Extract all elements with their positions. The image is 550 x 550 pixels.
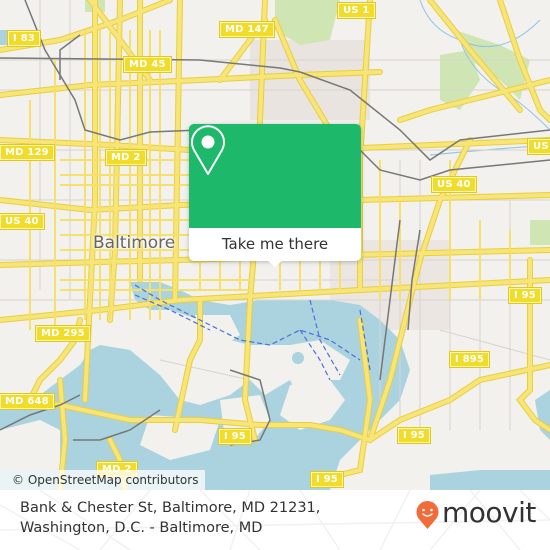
route-shield-us40: US 40: [0, 214, 44, 229]
moovit-pin-icon: [416, 501, 439, 529]
route-shield-md45: MD 45: [124, 57, 171, 72]
city-label-baltimore: Baltimore: [93, 233, 176, 253]
address-line-2: Washington, D.C. - Baltimore, MD: [20, 520, 263, 536]
route-shield-md2: MD 2: [106, 150, 146, 165]
route-shield-us40: US 40: [432, 177, 476, 192]
take-me-there-button[interactable]: Take me there: [189, 228, 361, 261]
route-shield-us1: US 1: [338, 3, 375, 18]
location-pin-icon: [191, 125, 225, 175]
route-shield-md129: MD 129: [0, 145, 54, 160]
route-shield-i895: I 895: [450, 352, 490, 367]
route-shield-md648: MD 648: [0, 394, 54, 409]
address-text: Bank & Chester St, Baltimore, MD 21231, …: [20, 498, 320, 538]
map-view[interactable]: Baltimore I 83 MD 147 US 1 MD 45 MD 129 …: [0, 0, 550, 490]
moovit-wordmark: moovit: [442, 496, 536, 529]
route-shield-i95: I 95: [509, 288, 541, 303]
route-shield-i95: I 95: [219, 429, 251, 444]
popup-pointer: [267, 260, 283, 267]
moovit-logo[interactable]: moovit: [415, 496, 540, 532]
address-line-1: Bank & Chester St, Baltimore, MD 21231,: [20, 500, 321, 516]
map-attribution[interactable]: © OpenStreetMap contributors: [0, 470, 205, 490]
footer: Bank & Chester St, Baltimore, MD 21231, …: [0, 490, 550, 550]
route-shield-md147: MD 147: [220, 22, 274, 37]
popup-header: [189, 124, 361, 228]
urban-area: [250, 40, 370, 120]
route-shield-i95: I 95: [311, 472, 343, 487]
location-popup: Take me there: [189, 124, 361, 267]
route-shield-i83: I 83: [8, 31, 40, 46]
route-shield-i95: I 95: [398, 428, 430, 443]
route-shield-us40: US 40: [528, 139, 550, 154]
route-shield-md295: MD 295: [36, 326, 90, 341]
